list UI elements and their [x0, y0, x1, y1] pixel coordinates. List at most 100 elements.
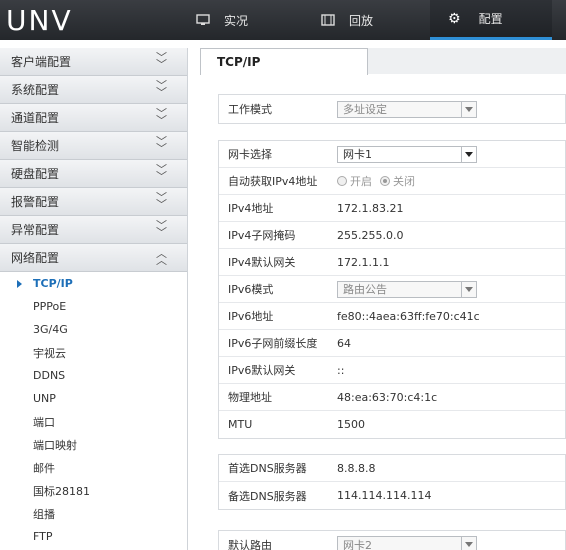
sidebar-item-cloud[interactable]: 宇视云	[0, 341, 187, 364]
radio-icon	[337, 176, 347, 186]
tab-bar: TCP/IP	[200, 48, 566, 75]
nic-select[interactable]: 网卡1	[337, 145, 477, 163]
ipv6-mode-select[interactable]: 路由公告	[337, 280, 477, 298]
sidebar-section-alarm[interactable]: 报警配置 ﹀ ﹀	[0, 188, 187, 216]
sidebar-section-label: 异常配置	[11, 223, 60, 237]
sidebar-section-smart-detect[interactable]: 智能检测 ﹀ ﹀	[0, 132, 187, 160]
sidebar-section-client[interactable]: 客户端配置 ﹀ ﹀	[0, 48, 187, 76]
sidebar-item-ddns[interactable]: DDNS	[0, 364, 187, 387]
work-mode-label: 工作模式	[228, 103, 272, 116]
sidebar-section-label: 系统配置	[11, 83, 60, 97]
nic-value: 网卡1	[343, 148, 372, 161]
mtu-row: MTU 1500	[219, 411, 565, 438]
sidebar-section-label: 网络配置	[11, 251, 60, 265]
sidebar-item-email[interactable]: 邮件	[0, 456, 187, 479]
dns-primary-value[interactable]: 8.8.8.8	[337, 462, 565, 475]
dropdown-arrow-icon	[461, 101, 476, 117]
sidebar-item-port-mapping[interactable]: 端口映射	[0, 433, 187, 456]
dropdown-arrow-icon	[461, 146, 476, 162]
sidebar-section-disk[interactable]: 硬盘配置 ﹀ ﹀	[0, 160, 187, 188]
ipv4-gateway-label: IPv4默认网关	[228, 256, 296, 269]
chevron-down-icon: ﹀ ﹀	[156, 135, 167, 155]
dhcp-on-radio[interactable]: 开启	[337, 173, 372, 189]
dhcp-row: 自动获取IPv4地址 开启 关闭	[219, 168, 565, 195]
ipv4-mask-value[interactable]: 255.255.0.0	[337, 229, 565, 242]
dns-secondary-row: 备选DNS服务器 114.114.114.114	[219, 482, 565, 509]
sidebar-section-network[interactable]: 网络配置 ︿ ︿	[0, 244, 187, 272]
default-route-row: 默认路由 网卡2	[219, 531, 565, 550]
ipv6-prefix-value: 64	[337, 336, 351, 350]
dns-primary-row: 首选DNS服务器 8.8.8.8	[219, 455, 565, 482]
ipv4-mask-label: IPv4子网掩码	[228, 229, 296, 242]
sidebar-item-multicast[interactable]: 组播	[0, 502, 187, 525]
chevron-down-icon: ﹀ ﹀	[156, 79, 167, 99]
ipv4-address-label: IPv4地址	[228, 202, 274, 215]
sidebar-item-ftp[interactable]: FTP	[0, 525, 187, 548]
mtu-value[interactable]: 1500	[337, 418, 565, 431]
tab-tcpip[interactable]: TCP/IP	[200, 48, 368, 75]
chevron-down-icon: ﹀ ﹀	[156, 51, 167, 71]
mac-label: 物理地址	[228, 391, 272, 404]
chevron-down-icon: ﹀ ﹀	[156, 191, 167, 211]
ipv6-gateway-value: ::	[337, 363, 345, 377]
ipv6-address-label: IPv6地址	[228, 310, 274, 323]
dropdown-arrow-icon	[461, 281, 476, 297]
ipv6-mode-label: IPv6模式	[228, 283, 274, 296]
config-content: TCP/IP 工作模式 多址设定 网卡选择 网卡1 自动获取IPv4地址 开启 …	[200, 48, 566, 550]
dns-primary-label: 首选DNS服务器	[228, 462, 307, 475]
nic-settings-panel: 网卡选择 网卡1 自动获取IPv4地址 开启 关闭 IPv4地址 172.1.8…	[218, 140, 566, 439]
ipv6-gateway-label: IPv6默认网关	[228, 364, 296, 377]
ipv6-mode-row: IPv6模式 路由公告	[219, 276, 565, 303]
work-mode-select[interactable]: 多址设定	[337, 100, 477, 118]
nav-config[interactable]: ⚙ 配置	[430, 0, 552, 40]
work-mode-panel: 工作模式 多址设定	[218, 94, 566, 124]
sidebar-item-unp[interactable]: UNP	[0, 387, 187, 410]
sidebar-item-gb28181[interactable]: 国标28181	[0, 479, 187, 502]
sidebar-item-tcpip[interactable]: TCP/IP	[0, 272, 187, 295]
default-route-value: 网卡2	[343, 538, 372, 550]
dropdown-arrow-icon	[461, 537, 476, 550]
dhcp-off-label: 关闭	[393, 175, 415, 188]
sidebar-section-system[interactable]: 系统配置 ﹀ ﹀	[0, 76, 187, 104]
nav-playback-label: 回放	[349, 13, 374, 28]
sidebar-item-pppoe[interactable]: PPPoE	[0, 295, 187, 318]
tab-bar-fill	[368, 48, 566, 74]
ipv6-address-row: IPv6地址 fe80::4aea:63ff:fe70:c41c	[219, 303, 565, 330]
nav-live-label: 实况	[224, 13, 249, 28]
nav-live[interactable]: 实况	[196, 0, 248, 40]
film-icon	[321, 14, 335, 26]
ipv4-address-row: IPv4地址 172.1.83.21	[219, 195, 565, 222]
sidebar-item-port[interactable]: 端口	[0, 410, 187, 433]
dns-secondary-value[interactable]: 114.114.114.114	[337, 489, 565, 502]
radio-checked-icon	[380, 176, 390, 186]
sidebar-section-channel[interactable]: 通道配置 ﹀ ﹀	[0, 104, 187, 132]
work-mode-value: 多址设定	[343, 103, 387, 116]
default-route-select[interactable]: 网卡2	[337, 536, 477, 550]
ipv6-prefix-row: IPv6子网前缀长度 64	[219, 330, 565, 357]
ipv6-mode-value: 路由公告	[343, 283, 387, 296]
sidebar-section-exception[interactable]: 异常配置 ﹀ ﹀	[0, 216, 187, 244]
ipv4-mask-row: IPv4子网掩码 255.255.0.0	[219, 222, 565, 249]
work-mode-row: 工作模式 多址设定	[219, 95, 565, 123]
dhcp-off-radio[interactable]: 关闭	[380, 173, 415, 189]
sidebar-section-label: 通道配置	[11, 111, 60, 125]
default-route-panel: 默认路由 网卡2	[218, 530, 566, 550]
chevron-up-icon: ︿ ︿	[156, 247, 167, 267]
dhcp-on-label: 开启	[350, 175, 372, 188]
ipv6-prefix-label: IPv6子网前缀长度	[228, 337, 318, 350]
top-navigation-bar: UNV 实况 回放 ⚙ 配置	[0, 0, 566, 40]
chevron-down-icon: ﹀ ﹀	[156, 163, 167, 183]
config-sidebar: 客户端配置 ﹀ ﹀ 系统配置 ﹀ ﹀ 通道配置 ﹀ ﹀ 智能检测 ﹀ ﹀ 硬盘配置 ﹀ ﹀…	[0, 48, 188, 550]
nav-config-label: 配置	[478, 12, 503, 26]
default-route-label: 默认路由	[228, 538, 272, 550]
sidebar-section-label: 智能检测	[11, 139, 60, 153]
nav-playback[interactable]: 回放	[321, 0, 373, 40]
ipv4-gateway-value[interactable]: 172.1.1.1	[337, 256, 565, 269]
sidebar-item-3g4g[interactable]: 3G/4G	[0, 318, 187, 341]
sidebar-section-label: 硬盘配置	[11, 167, 60, 181]
mtu-label: MTU	[228, 418, 253, 431]
chevron-down-icon: ﹀ ﹀	[156, 107, 167, 127]
ipv6-address-value: fe80::4aea:63ff:fe70:c41c	[337, 309, 480, 323]
ipv4-address-value[interactable]: 172.1.83.21	[337, 202, 565, 215]
sidebar-section-label: 客户端配置	[11, 55, 72, 69]
